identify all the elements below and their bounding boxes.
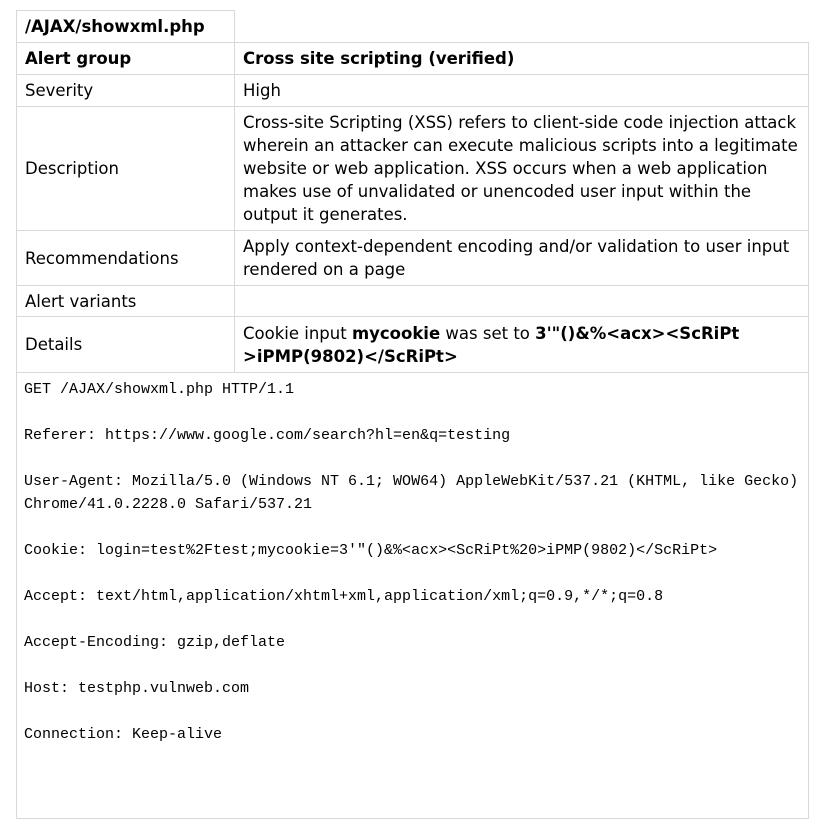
alert-details-table: /AJAX/showxml.php Alert group Cross site… [16,10,809,819]
request-line: Cookie: login=test%2Ftest;mycookie=3'"()… [24,542,718,559]
request-line: Connection: Keep-alive [24,726,223,743]
alert-variants-value [234,285,809,317]
request-line: GET /AJAX/showxml.php HTTP/1.1 [24,381,295,398]
row-recommendations: Recommendations Apply context-dependent … [16,230,809,286]
alert-group-value: Cross site scripting (verified) [234,42,809,75]
path-row: /AJAX/showxml.php [16,10,809,43]
description-value: Cross-site Scripting (XSS) refers to cli… [234,106,809,231]
request-line: Referer: https://www.google.com/search?h… [24,427,511,444]
row-alert-variants: Alert variants [16,285,809,317]
script-path-heading: /AJAX/showxml.php [16,10,235,43]
details-label: Details [16,316,235,373]
alert-variants-label: Alert variants [16,285,235,317]
description-line: wherein an attacker can execute maliciou… [243,136,798,155]
severity-label: Severity [16,74,235,107]
recommendations-line: Apply context-dependent encoding and/or … [243,237,790,256]
request-line: Accept-Encoding: gzip,deflate [24,634,286,651]
recommendations-label: Recommendations [16,230,235,286]
row-alert-group: Alert group Cross site scripting (verifi… [16,42,809,75]
description-line: makes use of unvalidated or unencoded us… [243,182,752,201]
path-row-empty-cell [234,10,809,43]
details-middle: was set to [440,323,536,343]
request-line: Accept: text/html,application/xhtml+xml,… [24,588,664,605]
details-value: Cookie input mycookie was set to 3'"()&%… [234,316,809,373]
description-line: website or web application. XSS occurs w… [243,159,768,178]
row-description: Description Cross-site Scripting (XSS) r… [16,106,809,231]
recommendations-value: Apply context-dependent encoding and/or … [234,230,809,286]
details-prefix: Cookie input [243,323,352,343]
request-row: GET /AJAX/showxml.php HTTP/1.1 Referer: … [16,372,809,819]
request-line: Host: testphp.vulnweb.com [24,680,250,697]
alert-group-label: Alert group [16,42,235,75]
description-label: Description [16,106,235,231]
description-line: output it generates. [243,205,408,224]
request-line: User-Agent: Mozilla/5.0 (Windows NT 6.1;… [24,473,808,513]
recommendations-line: rendered on a page [243,260,406,279]
http-request-block: GET /AJAX/showxml.php HTTP/1.1 Referer: … [16,372,809,819]
details-input-name: mycookie [351,323,441,343]
row-severity: Severity High [16,74,809,107]
severity-value: High [234,74,809,107]
description-line: Cross-site Scripting (XSS) refers to cli… [243,113,797,132]
row-details: Details Cookie input mycookie was set to… [16,316,809,373]
